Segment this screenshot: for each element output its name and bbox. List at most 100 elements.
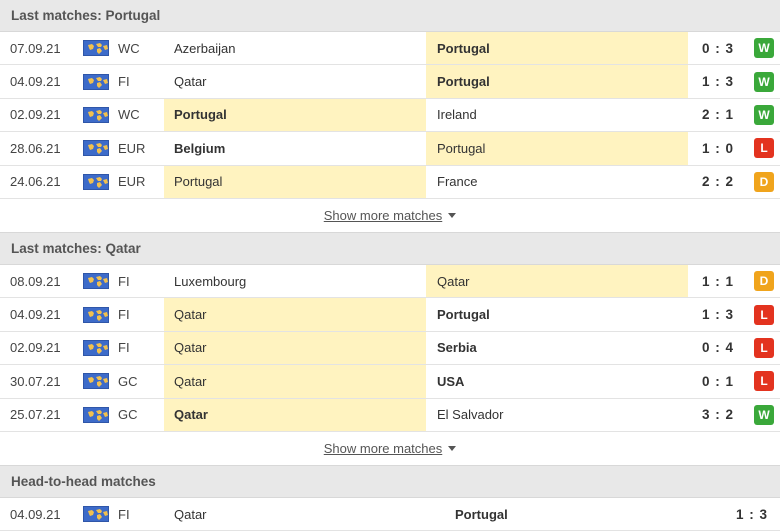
world-flag-icon [83,339,109,356]
match-row[interactable]: 28.06.21 EUR Belgium Portugal 1 : 0 L [0,132,780,166]
home-team[interactable]: Luxembourg [164,265,426,297]
away-team[interactable]: USA [426,365,688,397]
home-team[interactable]: Qatar [164,65,426,97]
result-cell: D [752,166,776,198]
matches-page: Last matches: Portugal 07.09.21 WC Azerbaij… [0,0,780,531]
match-score[interactable]: 1 : 3 [688,65,748,97]
world-flag-icon [83,406,109,423]
show-more-link[interactable]: Show more matches [324,441,443,456]
match-row[interactable]: 25.07.21 GC Qatar El Salvador 3 : 2 W [0,398,780,432]
match-score[interactable]: 2 : 2 [688,166,748,198]
match-row[interactable]: 24.06.21 EUR Portugal France 2 : 2 D [0,165,780,199]
away-team[interactable]: France [426,166,688,198]
world-flag-icon [83,306,109,323]
caret-down-icon[interactable] [448,212,457,218]
match-score[interactable]: 2 : 1 [688,99,748,131]
world-flag-icon [83,106,109,123]
show-more-link[interactable]: Show more matches [324,208,443,223]
result-cell: L [752,365,776,397]
world-flag-icon [83,173,109,190]
match-row[interactable]: 07.09.21 WC Azerbaijan Portugal 0 : 3 W [0,32,780,66]
competition: FI [118,307,130,323]
world-flag-icon [83,40,109,57]
match-score[interactable]: 3 : 2 [688,399,748,431]
result-cell: W [752,32,776,64]
show-more-row: Show more matches [0,432,780,466]
match-date: 28.06.21 [10,140,61,156]
result-badge: W [754,404,774,425]
match-row[interactable]: 04.09.21 FI Qatar Portugal 1 : 3 W [0,65,780,99]
match-score[interactable]: 0 : 1 [688,365,748,397]
world-flag-icon [83,140,109,157]
result-cell: D [752,265,776,297]
home-team[interactable]: Qatar [164,498,426,530]
match-date: 08.09.21 [10,273,61,289]
match-date: 02.09.21 [10,340,61,356]
away-team[interactable]: Portugal [426,298,688,330]
match-row[interactable]: 04.09.21 FI Qatar Portugal 1 : 3 L [0,298,780,332]
h2h-match-row[interactable]: 04.09.21 FI Qatar Portugal 1 : 3 [0,497,780,531]
away-team[interactable]: Portugal [426,498,688,530]
match-date: 04.09.21 [10,506,61,522]
match-date: 04.09.21 [10,74,61,90]
away-team[interactable]: Serbia [426,332,688,364]
home-team[interactable]: Qatar [164,365,426,398]
result-cell: W [752,399,776,431]
match-score[interactable]: 0 : 3 [688,32,748,64]
world-flag-icon [83,73,109,90]
match-score[interactable]: 1 : 3 [688,298,748,330]
match-date: 24.06.21 [10,174,61,190]
away-team[interactable]: Portugal [426,132,688,165]
result-badge: W [754,38,774,59]
result-badge: L [754,138,774,159]
home-team[interactable]: Azerbaijan [164,32,426,64]
away-team[interactable]: El Salvador [426,399,688,431]
match-row[interactable]: 02.09.21 FI Qatar Serbia 0 : 4 L [0,331,780,366]
away-team[interactable]: Ireland [426,99,688,131]
home-team[interactable]: Qatar [164,298,426,331]
competition: EUR [118,140,146,156]
match-date: 30.07.21 [10,373,61,389]
match-row[interactable]: 02.09.21 WC Portugal Ireland 2 : 1 W [0,98,780,133]
match-score[interactable]: 1 : 0 [688,132,748,164]
match-score[interactable]: 0 : 4 [688,332,748,364]
flag-cell [80,399,112,431]
result-badge: D [754,171,774,192]
result-cell: L [752,132,776,164]
home-team[interactable]: Qatar [164,331,426,365]
result-badge: L [754,337,774,358]
competition: FI [118,506,130,522]
world-flag-icon [83,273,109,290]
competition: FI [118,74,130,90]
competition: WC [118,40,140,56]
home-team[interactable]: Portugal [164,165,426,198]
away-team[interactable]: Portugal [426,65,688,98]
competition: FI [118,273,130,289]
match-score[interactable]: 1 : 1 [688,265,748,297]
result-cell: W [752,65,776,97]
h2h-header: Head-to-head matches [0,465,780,498]
result-badge: L [754,304,774,325]
section-header: Last matches: Portugal [0,0,780,32]
match-score[interactable]: 1 : 3 [724,498,780,530]
home-team[interactable]: Portugal [164,98,426,132]
competition: GC [118,407,138,423]
match-row[interactable]: 08.09.21 FI Luxembourg Qatar 1 : 1 D [0,264,780,299]
flag-cell [80,365,112,397]
flag-cell [80,298,112,330]
flag-cell [80,65,112,97]
home-team[interactable]: Qatar [164,398,426,431]
competition: GC [118,373,138,389]
away-team[interactable]: Portugal [426,32,688,65]
flag-cell [80,166,112,198]
away-team[interactable]: Qatar [426,264,688,298]
competition: FI [118,340,130,356]
caret-down-icon[interactable] [448,445,457,451]
result-cell: L [752,332,776,364]
result-cell: W [752,99,776,131]
home-team[interactable]: Belgium [164,132,426,164]
show-more-row: Show more matches [0,199,780,233]
match-date: 25.07.21 [10,407,61,423]
match-row[interactable]: 30.07.21 GC Qatar USA 0 : 1 L [0,365,780,399]
flag-cell [80,332,112,364]
